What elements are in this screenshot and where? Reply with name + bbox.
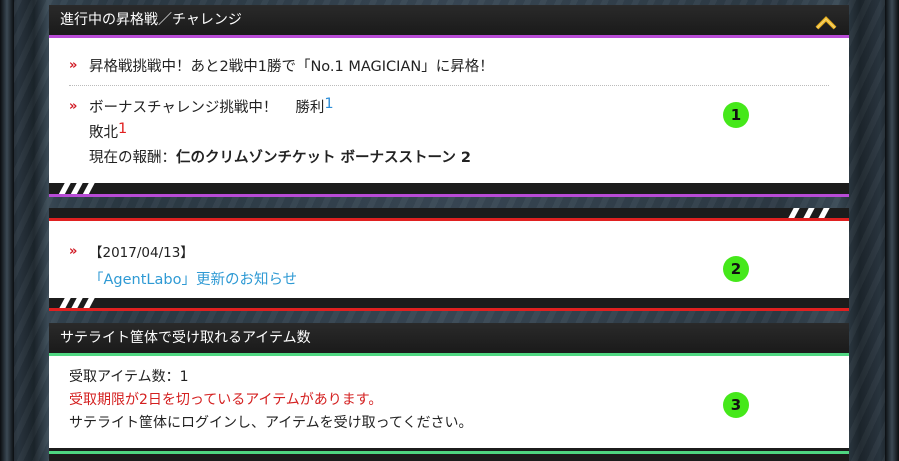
news-panel: » 【2017/04/13】 「AgentLabo」更新のお知らせ 2 bbox=[49, 208, 849, 311]
bonus-label: ボーナスチャレンジ挑戦中！ bbox=[89, 100, 278, 116]
promotion-text: 昇格戦挑戦中！あと2戦中1勝で「No.1 MAGICIAN」に昇格！ bbox=[89, 59, 494, 75]
login-instruction: サテライト筐体にログインし、アイテムを受け取ってください。 bbox=[69, 415, 473, 431]
satellite-panel-body: 受取アイテム数：1 受取期限が2日を切っているアイテムがあります。 サテライト筐… bbox=[49, 356, 849, 448]
info-row: サテライト筐体にログインし、アイテムを受け取ってください。 bbox=[69, 412, 472, 432]
bonus-row: » ボーナスチャレンジ挑戦中！ 勝利 1 bbox=[69, 96, 334, 118]
step-badge-2: 2 bbox=[723, 256, 749, 282]
satellite-panel-footer bbox=[49, 448, 849, 461]
news-panel-body: » 【2017/04/13】 「AgentLabo」更新のお知らせ 2 bbox=[49, 221, 849, 298]
double-chevron-right-icon: » bbox=[69, 99, 77, 114]
promotion-panel-title: 進行中の昇格戦／チャレンジ bbox=[60, 12, 242, 28]
satellite-panel-header: サテライト筐体で受け取れるアイテム数 bbox=[49, 323, 849, 353]
reward-row: 現在の報酬： 仁のクリムゾンチケット ボーナスストーン 2 bbox=[89, 146, 471, 167]
chevron-up-icon[interactable] bbox=[815, 12, 837, 30]
news-date: 【2017/04/13】 bbox=[89, 245, 194, 261]
top-slash bbox=[788, 208, 800, 218]
news-panel-footer bbox=[49, 298, 849, 311]
top-slash bbox=[818, 208, 830, 218]
reward-value: 仁のクリムゾンチケット ボーナスストーン 2 bbox=[176, 150, 471, 166]
item-count-row: 受取アイテム数：1 bbox=[69, 366, 189, 386]
double-chevron-right-icon: » bbox=[69, 244, 77, 259]
lose-count: 1 bbox=[118, 121, 128, 137]
promotion-panel-footer bbox=[49, 183, 849, 197]
news-link-row: 「AgentLabo」更新のお知らせ bbox=[89, 268, 297, 289]
footer-stripe bbox=[49, 194, 849, 197]
footer-stripe bbox=[49, 308, 849, 311]
promotion-row: » 昇格戦挑戦中！あと2戦中1勝で「No.1 MAGICIAN」に昇格！ bbox=[69, 55, 494, 77]
reward-label: 現在の報酬： bbox=[89, 150, 176, 166]
promotion-panel: 進行中の昇格戦／チャレンジ » 昇格戦挑戦中！あと2戦中1勝で「No.1 MAG… bbox=[49, 5, 849, 197]
win-label: 勝利 bbox=[295, 100, 325, 116]
right-frame bbox=[885, 0, 899, 461]
promotion-panel-header: 進行中の昇格戦／チャレンジ bbox=[49, 5, 849, 35]
lose-label: 敗北 bbox=[89, 125, 118, 141]
step-badge-1: 1 bbox=[723, 102, 749, 128]
footer-stripe bbox=[49, 451, 849, 454]
left-frame bbox=[0, 0, 14, 461]
news-date-row: » 【2017/04/13】 bbox=[69, 241, 194, 263]
news-link[interactable]: 「AgentLabo」更新のお知らせ bbox=[89, 268, 297, 289]
top-slash bbox=[803, 208, 815, 218]
promotion-panel-body: » 昇格戦挑戦中！あと2戦中1勝で「No.1 MAGICIAN」に昇格！ » ボ… bbox=[49, 38, 849, 183]
win-count: 1 bbox=[324, 96, 334, 112]
satellite-panel: サテライト筐体で受け取れるアイテム数 受取アイテム数：1 受取期限が2日を切って… bbox=[49, 323, 849, 461]
step-badge-3: 3 bbox=[723, 392, 749, 418]
expiry-warning: 受取期限が2日を切っているアイテムがあります。 bbox=[69, 392, 383, 408]
double-chevron-right-icon: » bbox=[69, 58, 77, 73]
item-count: 受取アイテム数：1 bbox=[69, 369, 189, 385]
news-panel-top bbox=[49, 208, 849, 218]
divider bbox=[69, 85, 829, 86]
warning-row: 受取期限が2日を切っているアイテムがあります。 bbox=[69, 389, 382, 409]
lose-row: 敗北 1 bbox=[89, 121, 127, 142]
satellite-panel-title: サテライト筐体で受け取れるアイテム数 bbox=[60, 330, 311, 346]
